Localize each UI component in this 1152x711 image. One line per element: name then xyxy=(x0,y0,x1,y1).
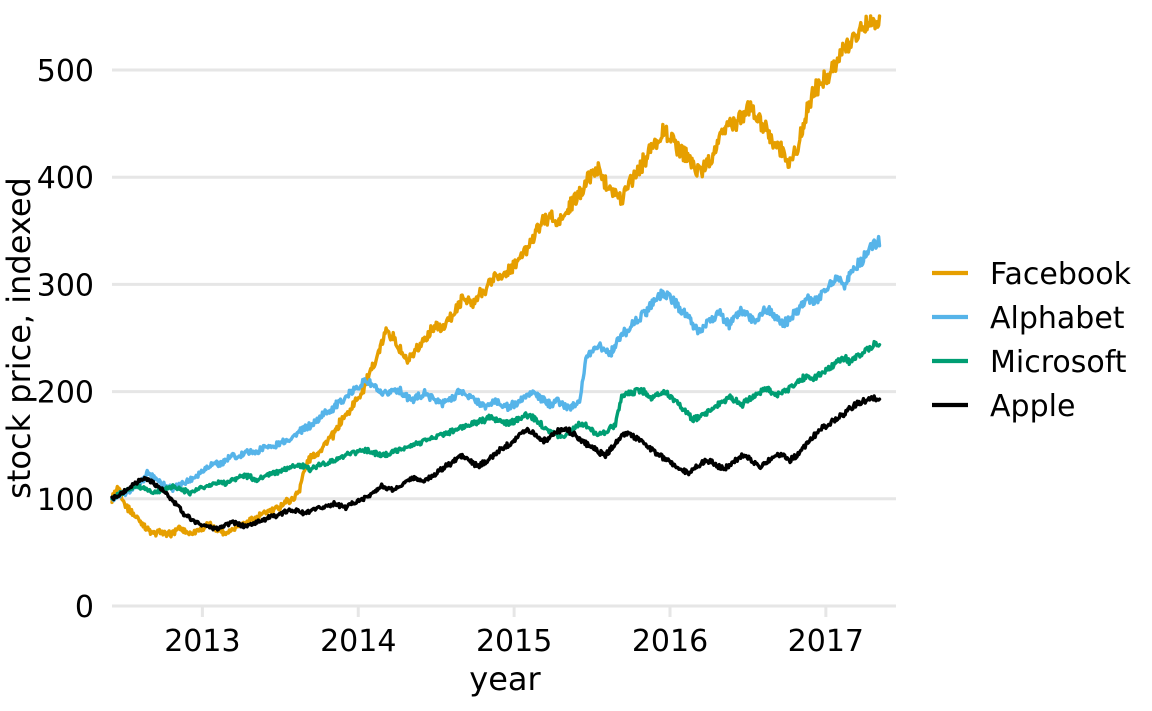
y-tick-label-100: 100 xyxy=(37,483,94,518)
y-tick-label-0: 0 xyxy=(75,590,94,625)
legend-item-alphabet[interactable]: Alphabet xyxy=(932,301,1125,336)
y-tick-label-300: 300 xyxy=(37,268,94,303)
stock-price-chart: 0 100 200 300 400 500 2013 2014 2015 2016 2017 st… xyxy=(0,0,1152,711)
y-axis-tick-labels: 0 100 200 300 400 500 xyxy=(37,54,94,625)
y-tick-label-500: 500 xyxy=(37,54,94,89)
legend-label-apple: Apple xyxy=(990,389,1075,424)
legend-item-apple[interactable]: Apple xyxy=(932,389,1075,424)
legend-item-microsoft[interactable]: Microsoft xyxy=(932,345,1127,380)
x-tick-label-2015: 2015 xyxy=(476,624,552,659)
y-axis-title: stock price, indexed xyxy=(0,177,38,499)
x-axis-title: year xyxy=(469,660,541,698)
x-tick-label-2014: 2014 xyxy=(320,624,396,659)
x-axis-tickmarks xyxy=(200,606,828,617)
y-tick-label-400: 400 xyxy=(37,161,94,196)
x-tick-label-2013: 2013 xyxy=(164,624,240,659)
series-line-microsoft xyxy=(110,339,882,501)
x-tick-label-2017: 2017 xyxy=(788,624,864,659)
series-line-apple xyxy=(110,394,882,532)
y-tick-label-200: 200 xyxy=(37,376,94,411)
data-series xyxy=(110,14,882,539)
legend-label-facebook: Facebook xyxy=(990,257,1132,292)
legend: Facebook Alphabet Microsoft Apple xyxy=(932,257,1132,424)
legend-label-alphabet: Alphabet xyxy=(990,301,1125,336)
legend-item-facebook[interactable]: Facebook xyxy=(932,257,1132,292)
chart-canvas: 0 100 200 300 400 500 2013 2014 2015 2016 2017 st… xyxy=(0,14,1132,698)
x-axis-tick-labels: 2013 2014 2015 2016 2017 xyxy=(164,624,864,659)
legend-label-microsoft: Microsoft xyxy=(990,345,1127,380)
x-tick-label-2016: 2016 xyxy=(632,624,708,659)
